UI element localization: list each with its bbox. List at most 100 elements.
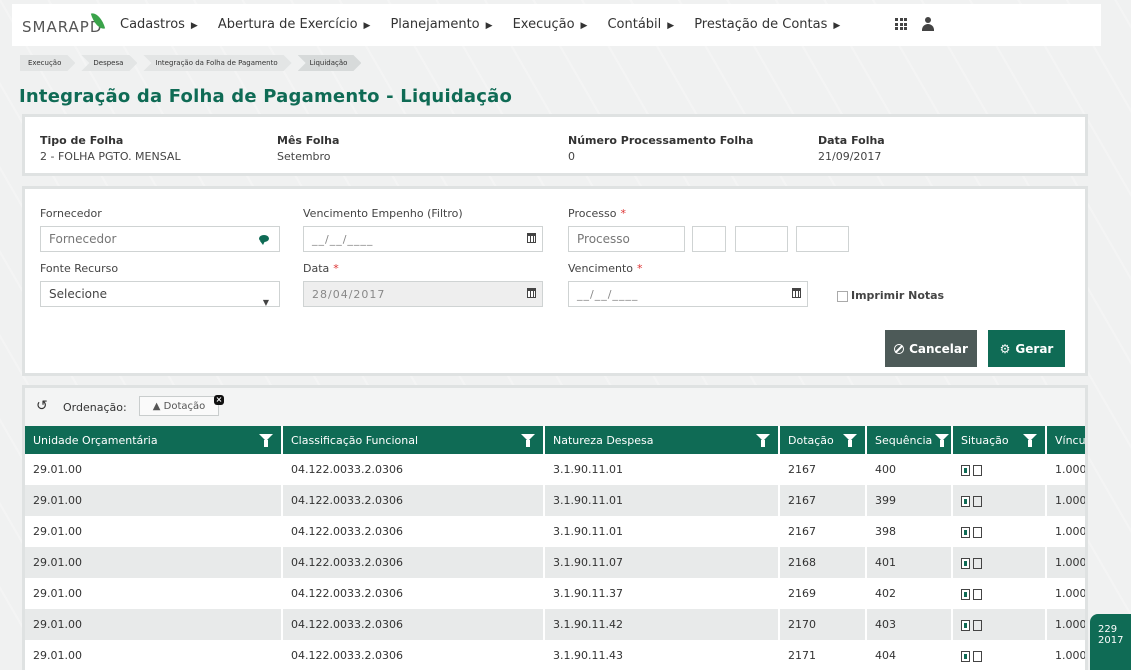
results-grid-panel: ↺ Ordenação: ▲ Dotação × Unidade Orçamen… <box>22 385 1088 670</box>
column-header-vinculo[interactable]: Víncu <box>1046 426 1085 454</box>
processo-input-4[interactable] <box>796 226 849 252</box>
vencimento-input[interactable]: __/__/____ <box>568 281 808 307</box>
document-icon[interactable] <box>973 526 982 538</box>
table-cell: 2169 <box>779 578 867 609</box>
table-cell: 1.000 <box>1046 640 1085 670</box>
processo-input-2[interactable] <box>692 226 726 252</box>
menu-item-execucao[interactable]: Execução ▶ <box>513 17 588 32</box>
table-row[interactable]: 29.01.00 04.122.0033.2.0306 3.1.90.11.37 21… <box>25 578 1085 609</box>
info-mes-folha: Mês Folha Setembro <box>277 134 340 163</box>
imprimir-notas-label[interactable]: Imprimir Notas <box>851 289 944 302</box>
table-cell: 29.01.00 <box>25 609 283 640</box>
dropdown-caret-icon: ▼ <box>262 298 269 307</box>
table-cell: 04.122.0033.2.0306 <box>282 547 545 578</box>
table-cell: 398 <box>866 516 953 547</box>
table-row[interactable]: 29.01.00 04.122.0033.2.0306 3.1.90.11.01 21… <box>25 485 1085 516</box>
document-icon[interactable] <box>973 588 982 600</box>
document-icon[interactable] <box>973 650 982 662</box>
breadcrumb-item-despesa[interactable]: Despesa <box>81 55 137 71</box>
menu-item-planejamento[interactable]: Planejamento ▶ <box>390 17 492 32</box>
table-cell <box>952 609 1047 640</box>
spreadsheet-doc-icon[interactable] <box>961 588 970 600</box>
table-row[interactable]: 29.01.00 04.122.0033.2.0306 3.1.90.11.01 21… <box>25 516 1085 547</box>
vencimento-empenho-label: Vencimento Empenho (Filtro) <box>303 207 463 220</box>
table-cell: 29.01.00 <box>25 516 283 547</box>
imprimir-notas-checkbox[interactable] <box>837 291 848 302</box>
table-row[interactable]: 29.01.00 04.122.0033.2.0306 3.1.90.11.07 21… <box>25 547 1085 578</box>
form-panel: Fornecedor Fornecedor Vencimento Empenho… <box>22 186 1088 376</box>
table-cell: 29.01.00 <box>25 578 283 609</box>
table-cell: 2170 <box>779 609 867 640</box>
fonte-recurso-select[interactable]: Selecione ▼ <box>40 281 280 307</box>
filter-icon[interactable] <box>843 434 857 447</box>
filter-icon[interactable] <box>935 434 949 447</box>
column-header-dotacao[interactable]: Dotação <box>779 426 867 454</box>
info-data-folha: Data Folha 21/09/2017 <box>818 134 885 163</box>
calendar-icon[interactable] <box>792 288 801 298</box>
filter-icon[interactable] <box>1023 434 1037 447</box>
data-label: Data * <box>303 262 339 275</box>
sort-chip-dotacao[interactable]: ▲ Dotação <box>139 396 219 416</box>
chat-bubble-icon[interactable] <box>259 235 269 245</box>
document-icon[interactable] <box>973 464 982 476</box>
filter-icon[interactable] <box>521 434 535 447</box>
menu-item-prestacao-contas[interactable]: Prestação de Contas ▶ <box>694 17 840 32</box>
gerar-button[interactable]: ⚙ Gerar <box>988 330 1065 367</box>
table-cell <box>952 547 1047 578</box>
menu-item-cadastros[interactable]: Cadastros ▶ <box>120 17 198 32</box>
breadcrumb-item-integracao[interactable]: Integração da Folha de Pagamento <box>143 55 291 71</box>
table-cell: 29.01.00 <box>25 454 283 485</box>
spreadsheet-doc-icon[interactable] <box>961 526 970 538</box>
spreadsheet-doc-icon[interactable] <box>961 619 970 631</box>
table-cell: 2171 <box>779 640 867 670</box>
spreadsheet-doc-icon[interactable] <box>961 495 970 507</box>
filter-icon[interactable] <box>259 434 273 447</box>
table-header-row: Unidade Orçamentária Classificação Funci… <box>25 426 1085 454</box>
fornecedor-input[interactable]: Fornecedor <box>40 226 280 252</box>
document-icon[interactable] <box>973 619 982 631</box>
ordenacao-label: Ordenação: <box>63 401 127 414</box>
spreadsheet-doc-icon[interactable] <box>961 650 970 662</box>
payroll-info-panel: Tipo de Folha 2 - FOLHA PGTO. MENSAL Mês… <box>22 114 1088 176</box>
column-header-situacao[interactable]: Situação <box>952 426 1047 454</box>
table-row[interactable]: 29.01.00 04.122.0033.2.0306 3.1.90.11.43 21… <box>25 640 1085 670</box>
table-row[interactable]: 29.01.00 04.122.0033.2.0306 3.1.90.11.01 21… <box>25 454 1085 485</box>
column-header-natureza[interactable]: Natureza Despesa <box>544 426 780 454</box>
calendar-icon[interactable] <box>527 233 536 243</box>
menu-item-contabil[interactable]: Contábil ▶ <box>607 17 674 32</box>
processo-input[interactable]: Processo <box>568 226 685 252</box>
table-cell: 403 <box>866 609 953 640</box>
close-icon[interactable]: × <box>214 395 224 405</box>
side-badge[interactable]: 229 2017 <box>1090 614 1131 670</box>
document-icon[interactable] <box>973 557 982 569</box>
vencimento-empenho-input[interactable]: __/__/____ <box>303 226 543 252</box>
breadcrumb-item-execucao[interactable]: Execução <box>20 55 75 71</box>
column-header-unidade[interactable]: Unidade Orçamentária <box>25 426 283 454</box>
info-numero-processamento: Número Processamento Folha 0 <box>568 134 754 163</box>
spreadsheet-doc-icon[interactable] <box>961 464 970 476</box>
table-cell: 04.122.0033.2.0306 <box>282 485 545 516</box>
refresh-icon[interactable]: ↺ <box>36 398 48 414</box>
table-cell: 29.01.00 <box>25 485 283 516</box>
table-cell <box>952 640 1047 670</box>
processo-input-3[interactable] <box>735 226 788 252</box>
apps-grid-icon[interactable] <box>895 18 907 30</box>
cancel-button[interactable]: Cancelar <box>885 330 977 367</box>
grid-toolbar: ↺ Ordenação: ▲ Dotação × <box>25 388 1085 426</box>
column-header-sequencia[interactable]: Sequência <box>866 426 953 454</box>
caret-right-icon: ▶ <box>190 21 198 31</box>
filter-icon[interactable] <box>756 434 770 447</box>
table-cell: 3.1.90.11.01 <box>544 454 780 485</box>
table-cell: 1.000 <box>1046 454 1085 485</box>
table-cell: 1.000 <box>1046 609 1085 640</box>
spreadsheet-doc-icon[interactable] <box>961 557 970 569</box>
user-icon[interactable] <box>922 17 934 31</box>
table-cell: 3.1.90.11.01 <box>544 516 780 547</box>
document-icon[interactable] <box>973 495 982 507</box>
vencimento-label: Vencimento * <box>568 262 643 275</box>
table-cell: 3.1.90.11.07 <box>544 547 780 578</box>
brand-logo[interactable]: SMARAPD <box>22 18 102 36</box>
table-row[interactable]: 29.01.00 04.122.0033.2.0306 3.1.90.11.42 21… <box>25 609 1085 640</box>
column-header-classificacao[interactable]: Classificação Funcional <box>282 426 545 454</box>
menu-item-abertura-exercicio[interactable]: Abertura de Exercício ▶ <box>218 17 371 32</box>
